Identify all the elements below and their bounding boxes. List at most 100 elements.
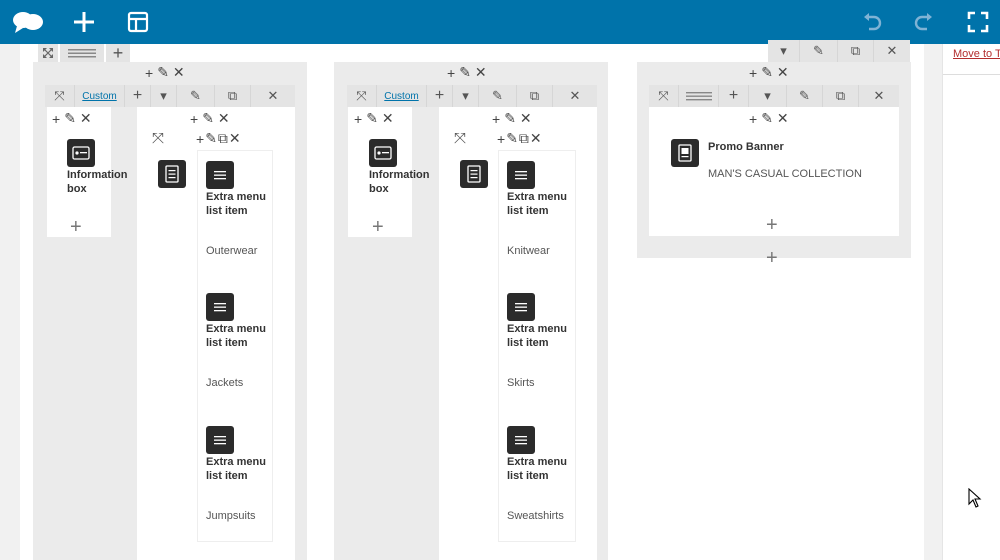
menu-item-icon[interactable] bbox=[507, 293, 535, 321]
row-layout-icon[interactable] bbox=[60, 44, 104, 62]
add-column-icon[interactable]: + bbox=[766, 248, 778, 268]
custom-layout-button[interactable]: Custom bbox=[75, 85, 125, 107]
add-icon[interactable]: + bbox=[125, 85, 151, 107]
add-icon[interactable]: + bbox=[145, 65, 153, 81]
custom-link[interactable]: Custom bbox=[82, 91, 116, 102]
edit-icon[interactable]: ✎ bbox=[800, 40, 838, 62]
edit-icon[interactable]: ✎ bbox=[506, 130, 518, 147]
duplicate-icon[interactable]: ⧉ bbox=[218, 130, 228, 147]
add-element-icon[interactable]: + bbox=[766, 215, 778, 235]
duplicate-icon[interactable]: ⧉ bbox=[838, 40, 874, 62]
duplicate-icon[interactable]: ⧉ bbox=[823, 85, 859, 107]
close-icon[interactable]: ✕ bbox=[218, 110, 230, 127]
info-column-actions: + ✎ ✕ bbox=[52, 110, 92, 127]
chevron-down-icon[interactable]: ▾ bbox=[151, 85, 177, 107]
menu-item-icon[interactable] bbox=[206, 426, 234, 454]
promo-banner-title: Promo Banner bbox=[708, 141, 784, 153]
close-icon[interactable]: ✕ bbox=[251, 85, 295, 107]
menu-item-icon[interactable] bbox=[507, 426, 535, 454]
add-icon[interactable]: + bbox=[719, 85, 749, 107]
menu-item-title: Extra menu list item bbox=[206, 456, 266, 482]
close-icon[interactable]: ✕ bbox=[520, 110, 532, 127]
chevron-down-icon[interactable]: ▾ bbox=[749, 85, 787, 107]
top-toolbar bbox=[0, 0, 1000, 44]
menu-item-title: Extra menu list item bbox=[206, 323, 266, 349]
promo-banner-icon[interactable] bbox=[671, 139, 699, 167]
add-icon[interactable]: + bbox=[497, 131, 505, 147]
edit-icon[interactable]: ✎ bbox=[504, 110, 516, 127]
close-icon[interactable]: ✕ bbox=[859, 85, 899, 107]
add-icon[interactable] bbox=[68, 0, 100, 44]
duplicate-icon[interactable]: ⧉ bbox=[215, 85, 251, 107]
edit-icon[interactable]: ✎ bbox=[202, 110, 214, 127]
add-icon[interactable]: + bbox=[427, 85, 453, 107]
menu-list-icon[interactable] bbox=[158, 160, 186, 188]
menu-item-value: Outerwear bbox=[206, 245, 258, 257]
menu-item-icon[interactable] bbox=[206, 161, 234, 189]
close-icon[interactable]: ✕ bbox=[229, 130, 241, 147]
add-icon[interactable]: + bbox=[196, 131, 204, 147]
chevron-down-icon[interactable]: ▾ bbox=[768, 40, 800, 62]
close-icon[interactable]: ✕ bbox=[777, 110, 789, 127]
edit-icon[interactable]: ✎ bbox=[366, 110, 378, 127]
redo-icon[interactable] bbox=[908, 0, 940, 44]
edit-icon[interactable]: ✎ bbox=[157, 64, 169, 81]
menu-item-icon[interactable] bbox=[507, 161, 535, 189]
move-to-link[interactable]: Move to T bbox=[953, 48, 1000, 60]
move-icon[interactable]: ⤧ bbox=[649, 85, 679, 107]
info-box-icon[interactable] bbox=[369, 139, 397, 167]
add-icon[interactable]: + bbox=[52, 111, 60, 127]
custom-link[interactable]: Custom bbox=[384, 91, 418, 102]
edit-icon[interactable]: ✎ bbox=[761, 110, 773, 127]
close-icon[interactable]: ✕ bbox=[777, 64, 789, 81]
info-box-title: Information box bbox=[67, 169, 128, 195]
layout-lines-icon[interactable] bbox=[679, 85, 719, 107]
info-box-icon[interactable] bbox=[67, 139, 95, 167]
add-icon[interactable]: + bbox=[190, 111, 198, 127]
close-icon[interactable]: ✕ bbox=[80, 110, 92, 127]
edit-icon[interactable]: ✎ bbox=[64, 110, 76, 127]
cloud-logo-icon[interactable] bbox=[8, 0, 48, 44]
row-add-icon[interactable]: + bbox=[106, 44, 130, 62]
chevron-down-icon[interactable]: ▾ bbox=[453, 85, 479, 107]
layout-icon[interactable] bbox=[122, 0, 154, 44]
move-icon[interactable]: ⤧ bbox=[347, 85, 377, 107]
close-icon[interactable]: ✕ bbox=[382, 110, 394, 127]
move-icon[interactable]: ⤧ bbox=[452, 130, 468, 146]
fullscreen-icon[interactable] bbox=[962, 0, 994, 44]
menu-item-icon[interactable] bbox=[206, 293, 234, 321]
promo-column-actions: + ✎ ✕ bbox=[749, 110, 789, 127]
close-icon[interactable]: ✕ bbox=[874, 40, 910, 62]
close-icon[interactable]: ✕ bbox=[530, 130, 542, 147]
edit-icon[interactable]: ✎ bbox=[761, 64, 773, 81]
edit-icon[interactable]: ✎ bbox=[177, 85, 215, 107]
add-icon[interactable]: + bbox=[354, 111, 362, 127]
edit-icon[interactable]: ✎ bbox=[205, 130, 217, 147]
move-icon[interactable]: ⤧ bbox=[150, 130, 166, 146]
close-icon[interactable]: ✕ bbox=[173, 64, 185, 81]
custom-layout-button[interactable]: Custom bbox=[377, 85, 427, 107]
add-icon[interactable]: + bbox=[492, 111, 500, 127]
duplicate-icon[interactable]: ⧉ bbox=[519, 130, 529, 147]
row-move-icon[interactable] bbox=[38, 44, 58, 62]
menu-list-icon[interactable] bbox=[460, 160, 488, 188]
add-icon[interactable]: + bbox=[749, 111, 757, 127]
edit-icon[interactable]: ✎ bbox=[479, 85, 517, 107]
undo-icon[interactable] bbox=[856, 0, 888, 44]
add-element-icon[interactable]: + bbox=[70, 217, 82, 237]
edit-icon[interactable]: ✎ bbox=[787, 85, 823, 107]
add-icon[interactable]: + bbox=[749, 65, 757, 81]
close-icon[interactable]: ✕ bbox=[553, 85, 597, 107]
close-icon[interactable]: ✕ bbox=[475, 64, 487, 81]
inner-row-1-controls: ⤧ Custom + ▾ ✎ ⧉ ✕ bbox=[45, 85, 295, 107]
add-element-icon[interactable]: + bbox=[372, 217, 384, 237]
column-3-actions: + ✎ ✕ bbox=[749, 64, 789, 81]
duplicate-icon[interactable]: ⧉ bbox=[517, 85, 553, 107]
edit-icon[interactable]: ✎ bbox=[459, 64, 471, 81]
inner-row-2-controls: ⤧ Custom + ▾ ✎ ⧉ ✕ bbox=[347, 85, 597, 107]
mouse-cursor-icon bbox=[968, 487, 982, 513]
add-icon[interactable]: + bbox=[447, 65, 455, 81]
menu-item-value: Jackets bbox=[206, 377, 244, 389]
move-icon[interactable]: ⤧ bbox=[45, 85, 75, 107]
menu-item-value: Knitwear bbox=[507, 245, 550, 257]
